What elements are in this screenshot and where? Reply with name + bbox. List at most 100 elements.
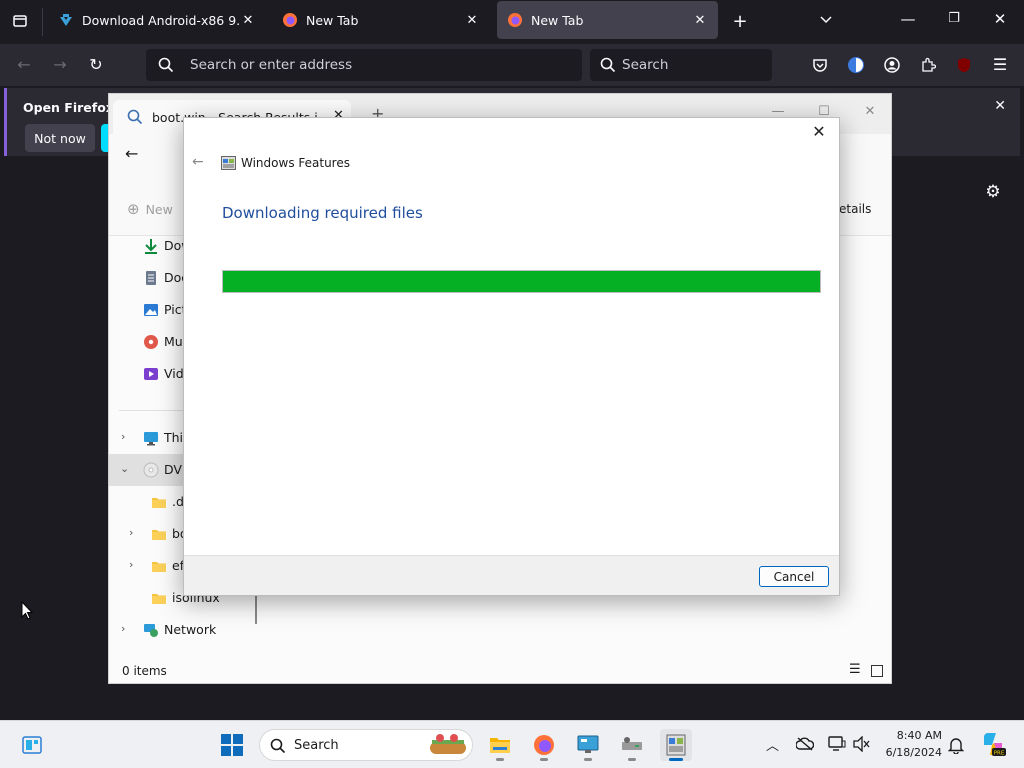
- close-icon[interactable]: ✕: [464, 13, 480, 28]
- extensions-icon[interactable]: [916, 53, 940, 77]
- nav-item-label: Network: [164, 622, 217, 637]
- chevron-down-icon[interactable]: ⌄: [120, 462, 129, 475]
- close-window-icon[interactable]: ✕: [990, 10, 1010, 28]
- mouse-cursor-icon: [21, 601, 33, 620]
- running-indicator: [669, 758, 683, 761]
- windows-logo-icon: [221, 734, 243, 756]
- firefox-icon: [283, 13, 297, 27]
- notification-bell-icon[interactable]: [948, 736, 964, 754]
- new-button[interactable]: ⊕ New: [127, 200, 173, 218]
- close-icon[interactable]: ✕: [994, 98, 1006, 114]
- nav-item-network[interactable]: › Network: [109, 614, 257, 646]
- forward-arrow-icon[interactable]: →: [48, 53, 72, 77]
- tab-divider: [42, 8, 43, 36]
- taskbar-file-explorer[interactable]: [484, 729, 516, 761]
- menu-hamburger-icon[interactable]: ☰: [988, 53, 1012, 77]
- explorer-status-bar: 0 items ☰: [109, 658, 891, 684]
- clock-date[interactable]: 6/18/2024: [880, 746, 942, 759]
- running-indicator: [496, 758, 504, 761]
- control-panel-icon: [577, 735, 599, 753]
- music-icon: [144, 335, 158, 349]
- clock-time[interactable]: 8:40 AM: [884, 729, 942, 742]
- document-icon: [146, 271, 156, 285]
- windows-taskbar: Search ︿ 8:40 AM 6/18/2024 PRE: [0, 720, 1024, 768]
- browser-nav-bar: ← → ↻ Search or enter address Search ☰: [0, 44, 1024, 86]
- search-bar[interactable]: Search: [590, 49, 772, 81]
- folder-icon: [152, 562, 166, 572]
- cancel-button[interactable]: Cancel: [759, 566, 829, 587]
- running-indicator: [540, 758, 548, 761]
- taskbar-app-drive[interactable]: [616, 729, 648, 761]
- start-button[interactable]: [216, 729, 248, 761]
- tab-title: Download Android-x86 9.0 r2 (: [82, 12, 240, 28]
- restore-icon[interactable]: ❐: [944, 11, 964, 26]
- search-icon: [270, 738, 286, 754]
- search-highlight-icon: [430, 734, 466, 754]
- svg-text:PRE: PRE: [994, 751, 1005, 757]
- firefox-view-icon[interactable]: [10, 13, 30, 33]
- chevron-right-icon[interactable]: ›: [129, 558, 133, 571]
- progress-fill: [223, 271, 820, 292]
- firefox-icon: [508, 13, 522, 27]
- back-arrow-icon[interactable]: ←: [12, 53, 36, 77]
- plus-icon[interactable]: +: [730, 11, 750, 32]
- dialog-footer: Cancel: [184, 555, 839, 595]
- taskbar-windows-features[interactable]: [660, 729, 692, 761]
- network-icon: [144, 624, 158, 637]
- copilot-icon[interactable]: PRE: [980, 731, 1006, 757]
- vpn-shield-icon[interactable]: [844, 53, 868, 77]
- plus-circle-icon: ⊕: [127, 200, 140, 218]
- search-placeholder: Search: [622, 57, 669, 73]
- ublock-origin-icon[interactable]: [952, 53, 976, 77]
- new-label: New: [145, 202, 173, 217]
- widgets-button[interactable]: [16, 729, 48, 761]
- widgets-icon: [22, 736, 42, 754]
- download-icon: [145, 239, 157, 254]
- chevron-right-icon[interactable]: ›: [129, 526, 133, 539]
- address-bar[interactable]: Search or enter address: [146, 49, 582, 81]
- back-arrow-icon[interactable]: ←: [125, 144, 138, 163]
- minimize-icon[interactable]: —: [898, 10, 918, 28]
- taskbar-firefox[interactable]: [528, 729, 560, 761]
- windows-features-dialog: ✕ ← Windows Features Downloading require…: [183, 117, 840, 596]
- list-view-icon[interactable]: ☰: [849, 662, 861, 677]
- chevron-up-icon[interactable]: ︿: [766, 735, 779, 754]
- close-window-icon[interactable]: ✕: [847, 98, 893, 126]
- pocket-icon[interactable]: [808, 53, 832, 77]
- close-icon[interactable]: ✕: [240, 13, 256, 28]
- display-icon[interactable]: [828, 736, 846, 752]
- taskbar-search-box[interactable]: Search: [259, 729, 473, 761]
- browser-tab-android[interactable]: Download Android-x86 9.0 r2 ( ✕: [48, 1, 266, 39]
- taskbar-control-panel[interactable]: [572, 729, 604, 761]
- download-progress-bar: [222, 270, 821, 293]
- windows-features-icon: [666, 734, 686, 756]
- cloud-off-icon[interactable]: [796, 737, 814, 751]
- dialog-heading: Downloading required files: [222, 204, 423, 222]
- taskbar-search-placeholder: Search: [294, 738, 339, 753]
- close-icon[interactable]: ✕: [692, 13, 708, 28]
- details-button[interactable]: etails: [839, 202, 871, 216]
- search-icon: [127, 109, 143, 125]
- volume-muted-icon[interactable]: [853, 736, 871, 752]
- browser-tab-newtab-2[interactable]: New Tab ✕: [497, 1, 718, 39]
- running-indicator: [584, 758, 592, 761]
- not-now-button[interactable]: Not now: [25, 124, 95, 152]
- dialog-title: Windows Features: [241, 156, 350, 170]
- tab-title: New Tab: [531, 12, 584, 28]
- chevron-right-icon[interactable]: ›: [121, 430, 125, 443]
- close-icon[interactable]: ✕: [807, 122, 831, 144]
- tab-title: New Tab: [306, 12, 359, 28]
- gear-icon[interactable]: ⚙: [984, 182, 1002, 202]
- firefox-icon: [534, 735, 554, 755]
- reload-icon[interactable]: ↻: [84, 53, 108, 77]
- search-icon: [600, 57, 616, 73]
- browser-tab-newtab-1[interactable]: New Tab ✕: [272, 1, 490, 39]
- folder-icon: [152, 594, 166, 604]
- chevron-right-icon[interactable]: ›: [121, 622, 125, 635]
- video-icon: [144, 368, 158, 380]
- account-icon[interactable]: [880, 53, 904, 77]
- scrollbar[interactable]: [255, 594, 257, 624]
- tiles-view-icon[interactable]: [871, 665, 883, 677]
- chevron-down-icon[interactable]: [816, 12, 836, 30]
- back-arrow-icon[interactable]: ←: [192, 154, 204, 170]
